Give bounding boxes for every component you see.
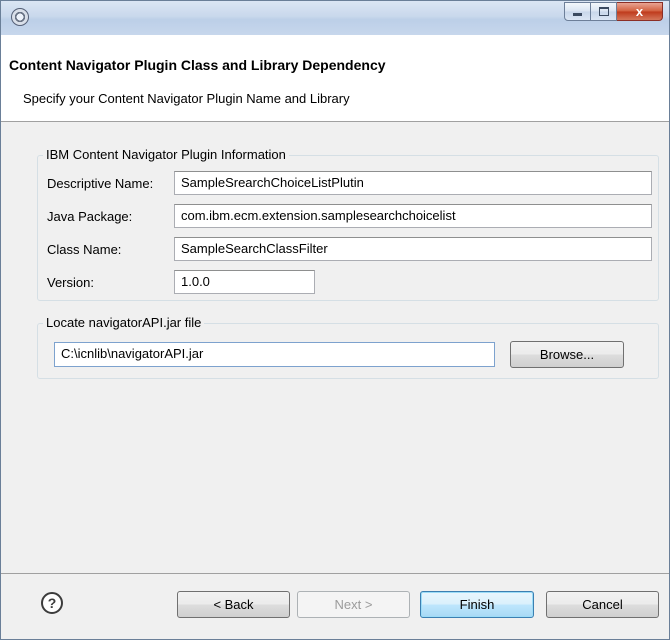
class-name-label: Class Name: [47,242,122,257]
wizard-banner: Content Navigator Plugin Class and Libra… [1,35,669,122]
java-package-label: Java Package: [47,209,133,224]
plugin-info-legend: IBM Content Navigator Plugin Information [43,147,289,162]
footer-divider [1,573,669,574]
title-bar: x [1,1,669,35]
back-button[interactable]: < Back [177,591,290,618]
descriptive-name-field[interactable]: SampleSrearchChoiceListPlutin [174,171,652,195]
version-field[interactable]: 1.0.0 [174,270,315,294]
version-label: Version: [47,275,94,290]
close-button[interactable]: x [617,2,663,21]
maximize-button[interactable] [591,2,617,21]
maximize-icon [598,7,609,16]
eclipse-icon [11,8,29,26]
cancel-button[interactable]: Cancel [546,591,659,618]
page-description: Specify your Content Navigator Plugin Na… [23,91,350,106]
java-package-field[interactable]: com.ibm.ecm.extension.samplesearchchoice… [174,204,652,228]
help-icon[interactable]: ? [41,592,63,614]
minimize-icon [573,13,582,16]
finish-button[interactable]: Finish [420,591,534,618]
window-controls: x [564,2,663,22]
descriptive-name-label: Descriptive Name: [47,176,154,191]
browse-button[interactable]: Browse... [510,341,624,368]
jar-location-legend: Locate navigatorAPI.jar file [43,315,205,330]
minimize-button[interactable] [564,2,591,21]
page-title: Content Navigator Plugin Class and Libra… [9,57,386,73]
jar-path-field[interactable]: C:\icnlib\navigatorAPI.jar [54,342,495,367]
class-name-field[interactable]: SampleSearchClassFilter [174,237,652,261]
next-button[interactable]: Next > [297,591,410,618]
wizard-window: x Content Navigator Plugin Class and Lib… [0,0,670,640]
close-icon: x [635,4,644,19]
